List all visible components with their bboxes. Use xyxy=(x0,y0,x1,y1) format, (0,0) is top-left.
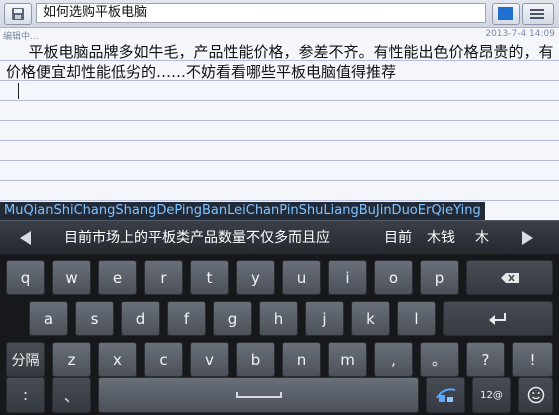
key-colon[interactable]: : xyxy=(6,377,45,413)
key-j[interactable]: j xyxy=(305,301,344,336)
text-caret xyxy=(18,83,19,99)
soft-keyboard: q w e r t y u i o p a s d f g h j k l 分隔… xyxy=(0,254,559,415)
key-comma[interactable]: , xyxy=(374,342,413,377)
enter-icon xyxy=(489,312,506,325)
backspace-key[interactable] xyxy=(466,260,553,295)
space-bar-icon xyxy=(235,392,282,398)
voice-input-key[interactable] xyxy=(426,377,465,413)
candidate-next-icon[interactable] xyxy=(522,231,533,245)
note-title-input[interactable]: 如何选购平板电脑 xyxy=(36,3,486,23)
menu-icon xyxy=(530,9,544,19)
key-exclamation[interactable]: ! xyxy=(512,342,553,377)
note-text: 平板电脑品牌多如牛毛，产品性能价格，参差不齐。有性能出色价格昂贵的，有价格便宜却… xyxy=(6,43,554,81)
numbers-symbols-key[interactable]: 12@ xyxy=(472,377,511,413)
voice-input-icon xyxy=(435,388,455,402)
key-i[interactable]: i xyxy=(328,260,367,295)
key-a[interactable]: a xyxy=(29,301,68,336)
menu-button[interactable] xyxy=(522,3,554,25)
emoji-key[interactable] xyxy=(518,377,553,413)
note-body[interactable]: 平板电脑品牌多如牛毛，产品性能价格，参差不齐。有性能出色价格昂贵的，有价格便宜却… xyxy=(0,38,559,201)
backspace-icon xyxy=(500,272,519,283)
ime-candidate-bar: 目前市场上的平板类产品数量不仅多而且应 目前 木钱 木 xyxy=(0,220,559,255)
candidate-prev-icon[interactable] xyxy=(20,231,31,245)
candidate-item[interactable]: 目前 xyxy=(384,229,412,247)
candidate-item[interactable]: 目前市场上的平板类产品数量不仅多而且应 xyxy=(64,229,330,247)
key-c[interactable]: c xyxy=(144,342,183,377)
key-x[interactable]: x xyxy=(98,342,137,377)
key-z[interactable]: z xyxy=(52,342,91,377)
key-m[interactable]: m xyxy=(328,342,367,377)
key-d[interactable]: d xyxy=(121,301,160,336)
ime-composing-text: MuQianShiChangShangDePingBanLeiChanPinSh… xyxy=(0,202,485,220)
key-h[interactable]: h xyxy=(259,301,298,336)
key-question[interactable]: ? xyxy=(466,342,505,377)
key-b[interactable]: b xyxy=(236,342,275,377)
save-icon xyxy=(12,8,24,20)
key-g[interactable]: g xyxy=(213,301,252,336)
key-s[interactable]: s xyxy=(75,301,114,336)
space-key[interactable] xyxy=(98,377,419,413)
key-w[interactable]: w xyxy=(52,260,91,295)
key-r[interactable]: r xyxy=(144,260,183,295)
enter-key[interactable] xyxy=(443,301,553,336)
key-p[interactable]: p xyxy=(420,260,459,295)
separator-key[interactable]: 分隔 xyxy=(6,342,45,377)
color-swatch xyxy=(498,7,513,20)
title-bar: 如何选购平板电脑 xyxy=(0,0,559,28)
key-l[interactable]: l xyxy=(397,301,436,336)
key-u[interactable]: u xyxy=(282,260,321,295)
save-button[interactable] xyxy=(4,3,32,25)
key-k[interactable]: k xyxy=(351,301,390,336)
candidate-item[interactable]: 木钱 xyxy=(427,229,455,247)
key-q[interactable]: q xyxy=(6,260,45,295)
key-o[interactable]: o xyxy=(374,260,413,295)
key-n[interactable]: n xyxy=(282,342,321,377)
key-t[interactable]: t xyxy=(190,260,229,295)
color-picker-button[interactable] xyxy=(492,3,520,25)
key-e[interactable]: e xyxy=(98,260,137,295)
candidate-item[interactable]: 木 xyxy=(475,229,489,247)
key-dunhao[interactable]: 、 xyxy=(52,377,91,413)
key-f[interactable]: f xyxy=(167,301,206,336)
key-period[interactable]: 。 xyxy=(420,342,459,377)
key-y[interactable]: y xyxy=(236,260,275,295)
key-v[interactable]: v xyxy=(190,342,229,377)
emoji-icon xyxy=(527,386,544,404)
